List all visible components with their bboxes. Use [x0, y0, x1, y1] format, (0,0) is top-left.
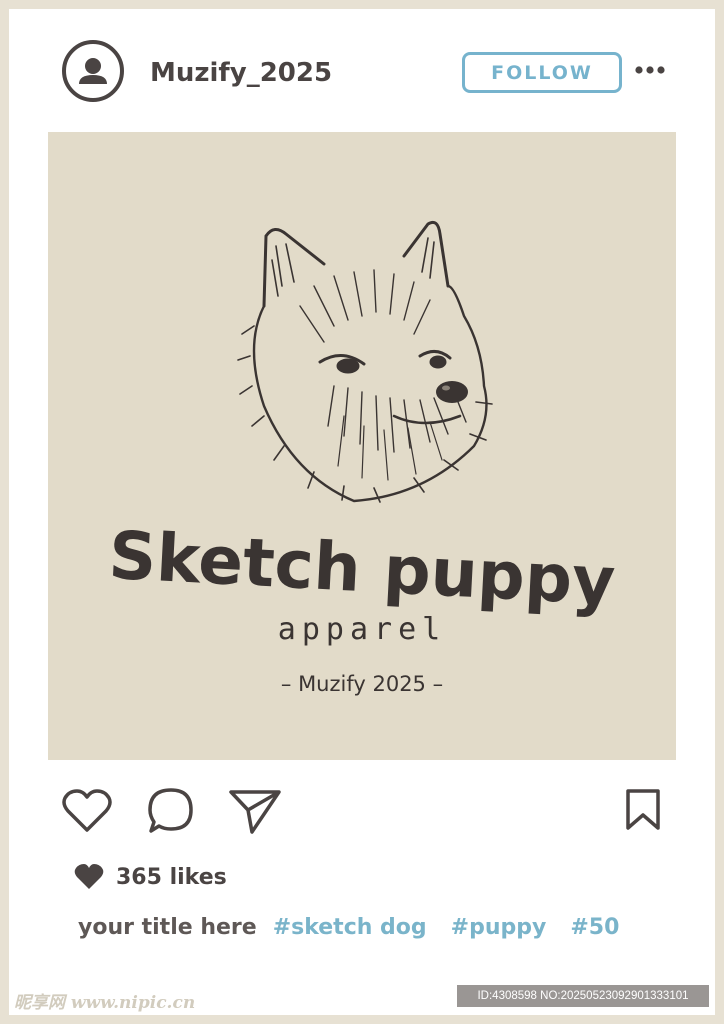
logo-subtitle: apparel	[277, 612, 447, 647]
image-id-bar: ID:4308598 NO:20250523092901333101	[457, 985, 709, 1007]
hashtag-puppy[interactable]: #puppy	[451, 915, 547, 940]
comment-bubble-icon[interactable]	[146, 786, 196, 836]
caption-title: your title here	[78, 914, 257, 940]
hashtag-sketch-dog[interactable]: #sketch dog	[273, 915, 427, 940]
likes-row: 365 likes	[74, 863, 227, 891]
filled-heart-icon	[74, 864, 104, 889]
bookmark-icon[interactable]	[624, 788, 662, 832]
dog-sketch-illustration	[237, 220, 493, 503]
likes-count[interactable]: 365 likes	[116, 865, 227, 890]
user-avatar-icon	[79, 58, 107, 84]
logo-title: Sketch puppy	[106, 516, 618, 621]
hashtag-50[interactable]: #50	[570, 915, 619, 940]
site-watermark: 昵享网 www.nipic.cn	[14, 993, 196, 1013]
send-paper-plane-icon[interactable]	[228, 788, 282, 836]
more-dots-icon[interactable]	[634, 63, 666, 77]
username[interactable]: Muzify_2025	[150, 60, 332, 86]
avatar[interactable]	[62, 40, 124, 102]
heart-icon[interactable]	[61, 788, 113, 834]
caption: your title here #sketch dog #puppy #50	[78, 912, 643, 942]
follow-button[interactable]: FOLLOW	[462, 52, 622, 93]
logo-brand: – Muzify 2025 –	[280, 672, 444, 696]
post-image[interactable]: Sketch puppy apparel – Muzify 2025 –	[48, 132, 676, 760]
